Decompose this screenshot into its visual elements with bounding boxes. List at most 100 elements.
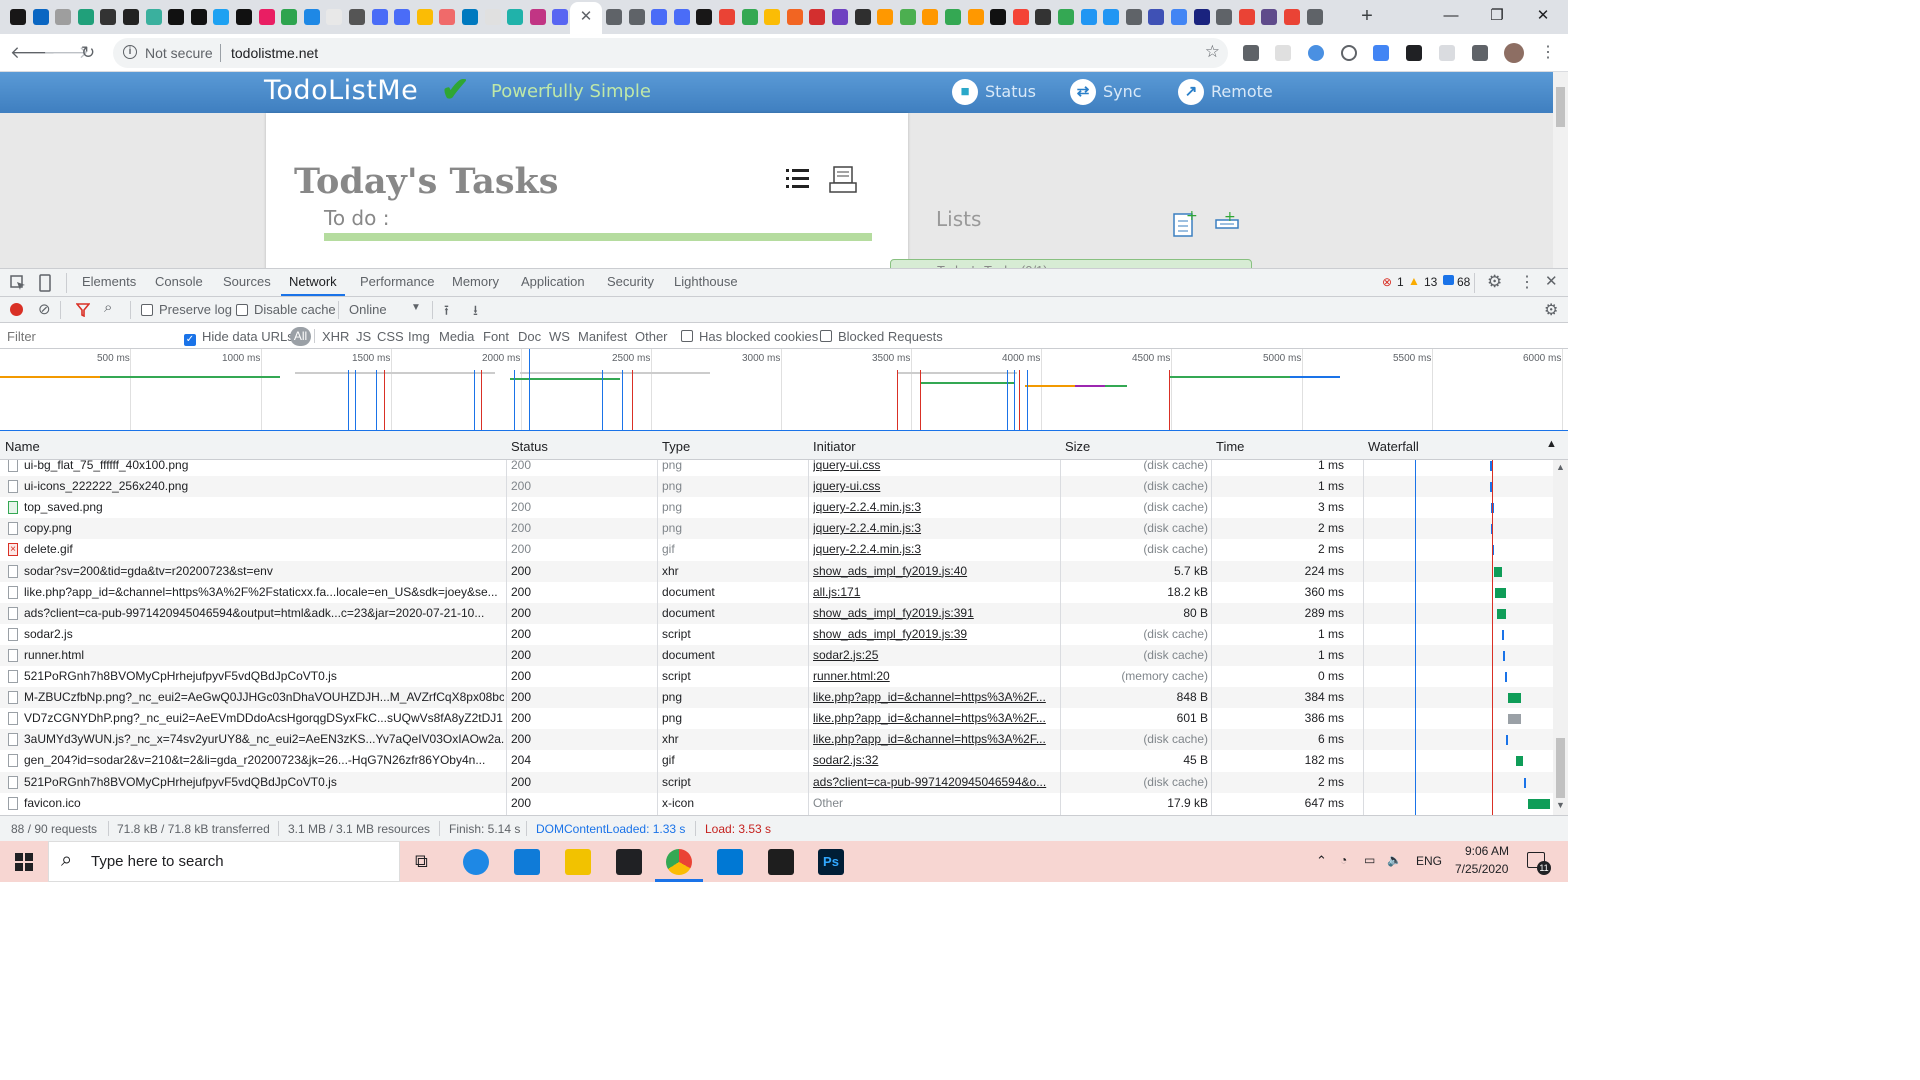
tab-favicon-icon[interactable] <box>1306 9 1323 25</box>
tab-favicon-icon[interactable] <box>967 9 984 25</box>
tab-favicon-icon[interactable] <box>1080 9 1097 25</box>
bookmark-star-icon[interactable]: ☆ <box>1205 42 1220 62</box>
filter-font[interactable]: Font <box>483 329 509 344</box>
extension-icon[interactable] <box>1243 45 1259 61</box>
request-initiator[interactable]: show_ads_impl_fy2019.js:40 <box>813 564 1053 578</box>
menu-icon[interactable]: ⋮ <box>1540 45 1556 61</box>
request-initiator[interactable]: all.js:171 <box>813 585 1053 599</box>
tab-favicon-icon[interactable] <box>416 9 433 25</box>
page-scrollbar[interactable] <box>1553 72 1568 268</box>
request-initiator[interactable]: sodar2.js:25 <box>813 648 1053 662</box>
table-row[interactable]: gen_204?id=sodar2&v=210&t=2&li=gda_r2020… <box>0 750 1553 772</box>
photoshop-icon[interactable]: Ps <box>818 849 844 875</box>
close-window-button[interactable]: ✕ <box>1520 4 1566 30</box>
column-time[interactable]: Time <box>1216 439 1244 454</box>
filter-media[interactable]: Media <box>439 329 474 344</box>
status-link[interactable]: Status <box>985 82 1036 101</box>
mail-icon[interactable] <box>514 849 540 875</box>
request-initiator[interactable]: like.php?app_id=&channel=https%3A%2F... <box>813 732 1053 746</box>
tab-favicon-icon[interactable] <box>371 9 388 25</box>
language-indicator[interactable]: ENG <box>1416 854 1442 868</box>
status-icon[interactable]: ■ <box>952 79 978 105</box>
table-row[interactable]: 3aUMYd3yWUN.js?_nc_x=74sv2yurUY8&_nc_eui… <box>0 729 1553 751</box>
tab-favicon-icon[interactable] <box>303 9 320 25</box>
back-button[interactable]: 🡐 <box>10 41 56 65</box>
tab-favicon-icon[interactable] <box>55 9 72 25</box>
tab-elements[interactable]: Elements <box>82 274 136 289</box>
edge-icon[interactable] <box>463 849 489 875</box>
column-waterfall[interactable]: Waterfall <box>1368 439 1419 454</box>
blocked-requests-label[interactable]: Blocked Requests <box>838 329 943 344</box>
extension-icon[interactable] <box>1439 45 1455 61</box>
scroll-down-icon[interactable]: ▼ <box>1556 800 1565 810</box>
table-row[interactable]: top_saved.png 200 png jquery-2.2.4.min.js:3… <box>0 497 1553 519</box>
inspect-element-icon[interactable] <box>10 275 26 291</box>
blocked-cookies-checkbox[interactable] <box>681 329 693 343</box>
tab-favicon-icon[interactable] <box>507 9 524 25</box>
volume-icon[interactable]: 🔈 <box>1387 853 1402 867</box>
request-initiator[interactable]: jquery-ui.css <box>813 460 1053 472</box>
tab-favicon-icon[interactable] <box>1171 9 1187 25</box>
forward-button[interactable]: 🡒 <box>43 41 89 65</box>
tab-favicon-icon[interactable] <box>236 9 252 25</box>
filter-css[interactable]: CSS <box>377 329 404 344</box>
table-row[interactable]: 521PoRGnh7h8BVOMyCpHrhejufpyvF5vdQBdJpCo… <box>0 666 1553 687</box>
tab-network[interactable]: Network <box>281 274 345 296</box>
column-type[interactable]: Type <box>662 439 690 454</box>
filter-manifest[interactable]: Manifest <box>578 329 627 344</box>
puzzle-icon[interactable] <box>1472 45 1488 61</box>
table-row[interactable]: ads?client=ca-pub-9971420945046594&outpu… <box>0 602 1553 624</box>
tab-console[interactable]: Console <box>155 274 203 289</box>
scrollbar-thumb[interactable] <box>1556 738 1565 798</box>
table-row[interactable]: favicon.ico 200 x-icon Other 17.9 kB 647 ms <box>0 792 1553 814</box>
blocked-requests-checkbox[interactable] <box>820 329 832 343</box>
tab-favicon-icon[interactable] <box>462 9 478 25</box>
tab-favicon-icon[interactable] <box>696 9 713 25</box>
task-view-icon[interactable]: ⧉ <box>415 851 428 872</box>
clock-date[interactable]: 7/25/2020 <box>1455 862 1508 876</box>
column-name[interactable]: Name <box>5 439 40 454</box>
tab-favicon-icon[interactable] <box>809 9 826 25</box>
filter-doc[interactable]: Doc <box>518 329 541 344</box>
info-icon[interactable]: i <box>123 45 137 59</box>
column-size[interactable]: Size <box>1065 439 1090 454</box>
tab-favicon-icon[interactable] <box>145 9 162 25</box>
column-initiator[interactable]: Initiator <box>813 439 856 454</box>
tab-favicon-icon[interactable] <box>394 9 411 25</box>
import-har-icon[interactable]: ⭱ <box>444 300 449 324</box>
scrollbar-thumb[interactable] <box>1556 87 1565 127</box>
tab-favicon-icon[interactable] <box>168 9 185 25</box>
extension-icon[interactable] <box>1275 45 1291 61</box>
sync-icon[interactable]: ⇄ <box>1070 79 1096 105</box>
filter-ws[interactable]: WS <box>549 329 570 344</box>
tab-lighthouse[interactable]: Lighthouse <box>674 274 738 289</box>
tab-favicon-icon[interactable] <box>100 9 117 25</box>
scroll-up-icon[interactable]: ▲ <box>1556 462 1565 472</box>
table-row[interactable]: 521PoRGnh7h8BVOMyCpHrhejufpyvF5vdQBdJpCo… <box>0 771 1553 793</box>
tab-favicon-icon[interactable] <box>673 9 690 25</box>
tab-favicon-icon[interactable] <box>1261 9 1278 25</box>
table-row[interactable]: sodar2.js 200 script show_ads_impl_fy2019.j… <box>0 623 1553 645</box>
store-icon[interactable] <box>616 849 642 875</box>
table-row[interactable]: sodar?sv=200&tid=gda&tv=r20200723&st=env… <box>0 560 1553 582</box>
tab-favicon-icon[interactable] <box>529 9 546 25</box>
request-initiator[interactable]: ads?client=ca-pub-9971420945046594&o... <box>813 775 1053 789</box>
tab-favicon-icon[interactable] <box>832 9 848 25</box>
preserve-log-checkbox[interactable] <box>141 303 153 317</box>
tab-favicon-icon[interactable] <box>651 9 668 25</box>
file-explorer-icon[interactable] <box>565 849 591 875</box>
hide-data-urls-checkbox[interactable]: ✓ <box>184 329 196 346</box>
maximize-button[interactable]: ❐ <box>1474 4 1520 30</box>
minimize-button[interactable]: — <box>1428 4 1474 30</box>
tab-favicon-icon[interactable] <box>213 9 230 25</box>
terminal-icon[interactable] <box>768 849 794 875</box>
translate-icon[interactable] <box>1373 45 1389 61</box>
tab-sources[interactable]: Sources <box>223 274 271 289</box>
tray-chevron-icon[interactable]: ⌃ <box>1316 853 1327 869</box>
list-view-icon[interactable] <box>786 168 810 190</box>
vscode-icon[interactable] <box>717 849 743 875</box>
tab-favicon-icon[interactable] <box>1284 9 1300 25</box>
sync-link[interactable]: Sync <box>1103 82 1142 101</box>
table-row[interactable]: like.php?app_id=&channel=https%3A%2F%2Fs… <box>0 581 1553 603</box>
throttling-select[interactable]: Online <box>349 302 387 317</box>
